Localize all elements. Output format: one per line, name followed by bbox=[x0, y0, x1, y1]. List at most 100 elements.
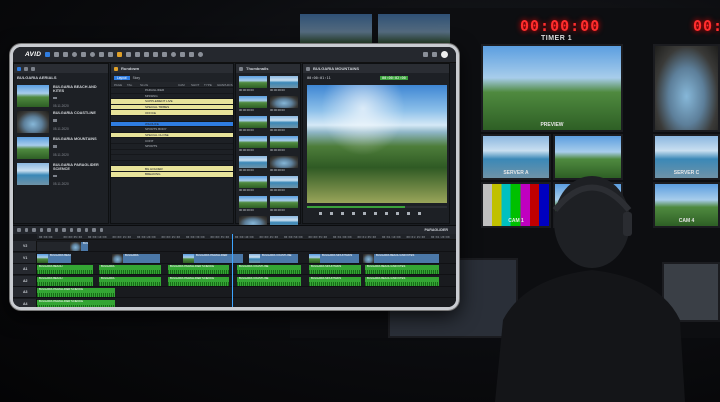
info-icon[interactable] bbox=[171, 52, 177, 57]
audio-clip[interactable]: BULGARIA PARAGLIDER SCIENCE bbox=[37, 299, 115, 307]
audio-clip[interactable]: BULGARIA MOUNTAINS bbox=[309, 276, 361, 286]
tools-icon[interactable] bbox=[153, 52, 159, 57]
user-avatar-icon[interactable] bbox=[441, 51, 448, 58]
thumbnail-image[interactable] bbox=[239, 196, 267, 208]
thumbnail-item[interactable]: 00:00:00:00 bbox=[239, 116, 267, 133]
thumbnail-image[interactable] bbox=[239, 136, 267, 148]
rundown-column-header[interactable]: SLUG bbox=[137, 82, 175, 87]
zoom-in-icon[interactable] bbox=[77, 228, 81, 232]
media-item[interactable]: BULGARIA PARAGLIDER SCIENCE 05.11.2020 bbox=[17, 163, 105, 186]
thumbnail-image[interactable] bbox=[270, 136, 298, 148]
video-clip[interactable]: BULGARIA bbox=[70, 242, 88, 251]
thumbnail-image[interactable] bbox=[270, 116, 298, 128]
thumbnail-image[interactable] bbox=[239, 76, 267, 88]
search-icon[interactable] bbox=[63, 52, 69, 57]
share-icon[interactable] bbox=[135, 52, 141, 57]
video-clip[interactable]: BULGARIA bbox=[112, 253, 160, 263]
media-thumbnail[interactable] bbox=[17, 111, 49, 133]
audio-clip[interactable]: BULGARIA BEACH bbox=[37, 265, 93, 274]
thumbnail-image[interactable] bbox=[239, 176, 267, 188]
rundown-row[interactable]: BREAKING bbox=[111, 171, 233, 178]
timeline-track[interactable]: V2 BULGARIA bbox=[13, 241, 456, 252]
audio-icon[interactable] bbox=[54, 228, 58, 232]
marker-icon[interactable] bbox=[92, 228, 96, 232]
video-clip[interactable]: BULGARIA BEACH AND KITES bbox=[363, 253, 439, 263]
step-back-icon[interactable] bbox=[330, 212, 333, 215]
link-icon[interactable] bbox=[162, 52, 168, 57]
playhead[interactable] bbox=[232, 234, 233, 307]
audio-clip[interactable]: BULGARIA BEACH bbox=[37, 276, 93, 286]
render-icon[interactable] bbox=[99, 228, 103, 232]
track-header[interactable]: V2 bbox=[13, 241, 37, 251]
rundown-column-header[interactable]: TAL bbox=[124, 82, 137, 87]
timeline-track[interactable]: A3 BULGARIA PARAGLIDER SCIENCE bbox=[13, 287, 456, 298]
thumbnail-image[interactable] bbox=[239, 116, 267, 128]
grid-icon[interactable] bbox=[239, 66, 243, 71]
timeline-track[interactable]: A2 BULGARIA BEACH BULGARIA BULGARIA PARAGLI… bbox=[13, 275, 456, 287]
audio-clip[interactable]: BULGARIA PARAGLIDER SCIENCE bbox=[168, 265, 229, 274]
undo-icon[interactable] bbox=[39, 228, 43, 232]
tab-layout[interactable]: Layout bbox=[114, 75, 130, 80]
audio-clip[interactable]: BULGARIA bbox=[99, 265, 161, 274]
thumbnail-item[interactable]: 00:00:00:00 bbox=[270, 96, 298, 113]
thumbnail-item[interactable]: 00:00:00:00 bbox=[239, 76, 267, 93]
rewind-icon[interactable] bbox=[341, 212, 344, 215]
razor-tool-icon[interactable] bbox=[32, 228, 36, 232]
track-header[interactable]: A4 bbox=[13, 298, 37, 307]
track-header[interactable]: A2 bbox=[13, 275, 37, 286]
thumbnail-item[interactable]: 00:00:00:00 bbox=[239, 176, 267, 193]
loop-icon[interactable] bbox=[396, 212, 399, 215]
rundown-column-header[interactable]: SHOT bbox=[188, 82, 201, 87]
camera-icon[interactable] bbox=[144, 52, 150, 57]
step-forward-icon[interactable] bbox=[374, 212, 377, 215]
search-icon[interactable] bbox=[198, 52, 204, 57]
viewer-video-frame[interactable] bbox=[307, 85, 447, 203]
thumbnail-item[interactable]: 00:00:00:00 bbox=[239, 156, 267, 173]
mark-out-icon[interactable] bbox=[418, 212, 421, 215]
grid-icon[interactable] bbox=[108, 52, 114, 57]
browse-icon[interactable] bbox=[54, 52, 60, 57]
video-clip[interactable]: BULGARIA MOUNTAINS bbox=[309, 253, 359, 263]
thumbnail-image[interactable] bbox=[270, 176, 298, 188]
rundown-column-header[interactable]: CAM bbox=[175, 82, 188, 87]
back-icon[interactable] bbox=[24, 66, 28, 71]
media-item[interactable]: BULGARIA MOUNTAINS 05.11.2020 bbox=[17, 137, 105, 160]
clock-icon[interactable] bbox=[90, 52, 96, 57]
viewer-scrub-bar[interactable] bbox=[307, 206, 447, 208]
timeline-ruler[interactable]: 00:00:00 00:00:05:00 00:00:10:00 00:00:15:0… bbox=[37, 234, 456, 240]
zoom-out-icon[interactable] bbox=[84, 228, 88, 232]
link-icon[interactable] bbox=[62, 228, 66, 232]
audio-clip[interactable]: BULGARIA COASTLINE bbox=[237, 265, 301, 274]
track-header[interactable]: A3 bbox=[13, 287, 37, 297]
mark-in-icon[interactable] bbox=[407, 212, 410, 215]
media-thumbnail[interactable] bbox=[17, 163, 49, 185]
audio-clip[interactable]: BULGARIA BEACH AND KITES bbox=[365, 276, 439, 286]
thumbnail-image[interactable] bbox=[270, 96, 298, 108]
folder-icon[interactable] bbox=[126, 52, 132, 57]
rundown-column-header[interactable]: PAGE bbox=[111, 82, 124, 87]
audio-clip[interactable]: BULGARIA BEACH AND KITES bbox=[365, 265, 439, 274]
media-item[interactable]: BULGARIA BEACH AND KITES 05.11.2020 bbox=[17, 85, 105, 108]
snap-icon[interactable] bbox=[69, 228, 73, 232]
forward-icon[interactable] bbox=[31, 66, 35, 71]
go-to-start-icon[interactable] bbox=[319, 212, 322, 215]
upload-icon[interactable] bbox=[423, 52, 428, 57]
rundown-column-header[interactable]: TYPE bbox=[201, 82, 214, 87]
play-icon[interactable] bbox=[352, 212, 355, 215]
thumbnail-item[interactable]: 00:00:00:00 bbox=[239, 196, 267, 213]
thumbnail-item[interactable]: 00:00:00:00 bbox=[270, 196, 298, 213]
fast-forward-icon[interactable] bbox=[363, 212, 366, 215]
media-item[interactable]: BULGARIA COASTLINE 05.11.2020 bbox=[17, 111, 105, 134]
tab-story[interactable]: Story bbox=[133, 76, 140, 80]
globe-icon[interactable] bbox=[72, 52, 78, 57]
thumbnail-image[interactable] bbox=[239, 156, 267, 168]
audio-clip[interactable]: BULGARIA COASTLINE bbox=[237, 276, 301, 286]
thumbnail-item[interactable]: 00:00:00:00 bbox=[239, 96, 267, 113]
video-clip[interactable]: BULGARIA BEACH bbox=[37, 253, 71, 263]
video-clip[interactable] bbox=[37, 242, 70, 251]
thumbnail-item[interactable]: 00:00:00:00 bbox=[270, 76, 298, 93]
home-icon[interactable] bbox=[17, 66, 21, 71]
timeline-track[interactable]: V1 BULGARIA BEACH BULGARIA BULGARIA PARAGLI… bbox=[13, 252, 456, 264]
thumbnail-image[interactable] bbox=[270, 156, 298, 168]
thumbnail-image[interactable] bbox=[270, 76, 298, 88]
